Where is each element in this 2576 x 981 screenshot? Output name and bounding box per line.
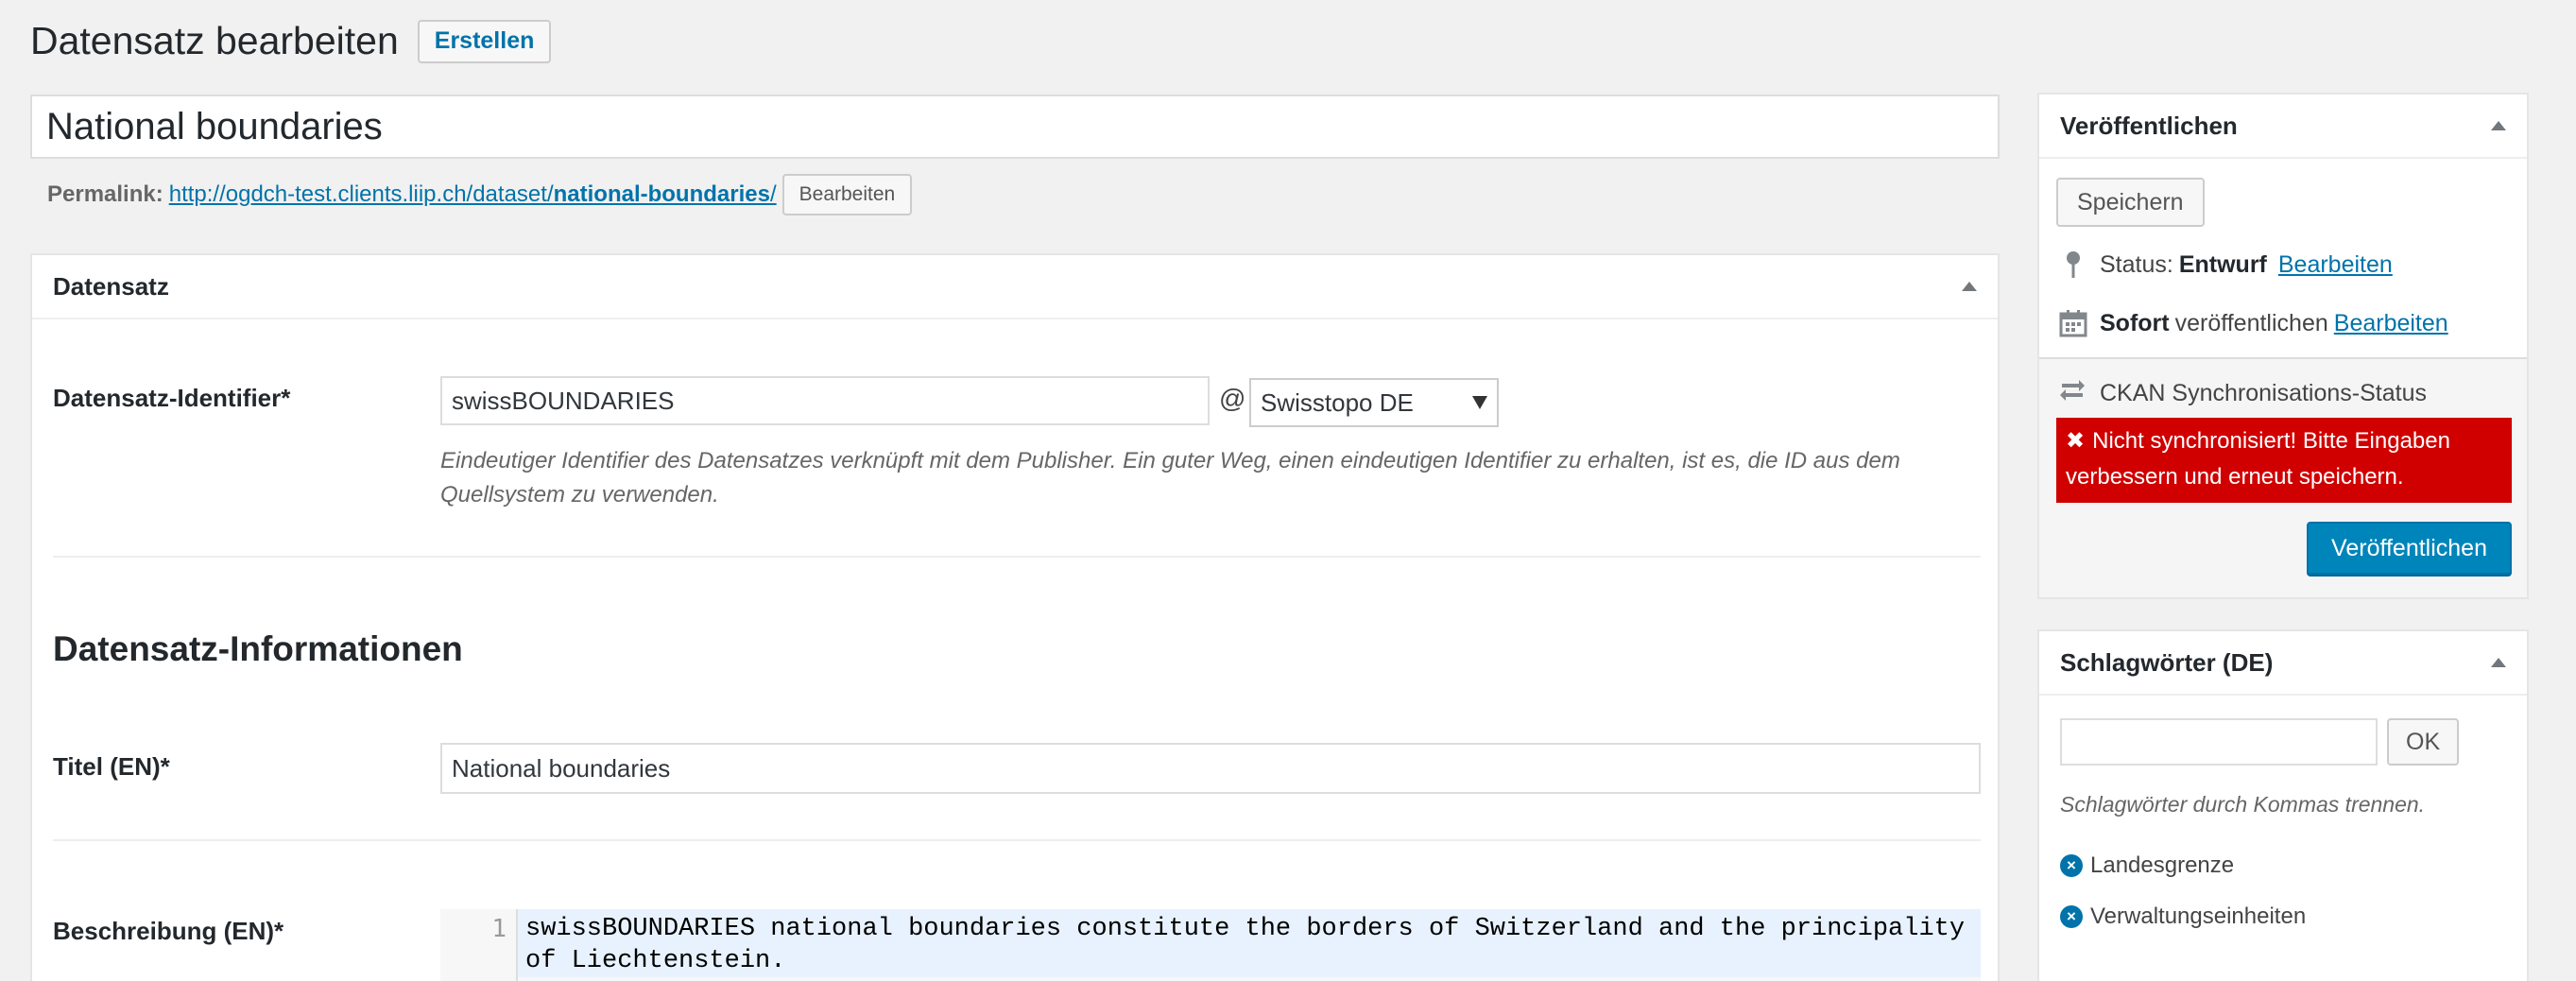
permalink-edit-button[interactable]: Bearbeiten bbox=[781, 174, 913, 215]
status-value: Entwurf bbox=[2178, 250, 2267, 278]
dataset-box: Datensatz Datensatz-Identifier* swissBOU… bbox=[30, 253, 2000, 981]
tags-box-header[interactable]: Schlagwörter (DE) bbox=[2039, 631, 2527, 696]
publish-box: Veröffentlichen Speichern Status: Entwur… bbox=[2037, 93, 2529, 599]
publish-button[interactable]: Veröffentlichen bbox=[2307, 522, 2512, 575]
editor-content[interactable]: swissBOUNDARIES national boundaries cons… bbox=[518, 909, 1981, 977]
info-section-heading: Datensatz-Informationen bbox=[53, 629, 463, 668]
tag-hint: Schlagwörter durch Kommas trennen. bbox=[2060, 792, 2426, 817]
publisher-select[interactable]: Swisstopo DE bbox=[1249, 378, 1499, 427]
title-en-label: Titel (EN)* bbox=[53, 752, 170, 781]
identifier-input[interactable]: swissBOUNDARIES bbox=[440, 376, 1210, 425]
tag-item: × Landesgrenze bbox=[2060, 852, 2234, 879]
sync-title: CKAN Synchronisations-Status bbox=[2058, 378, 2427, 409]
identifier-label: Datensatz-Identifier* bbox=[53, 384, 291, 412]
calendar-icon bbox=[2058, 308, 2088, 338]
collapse-arrow-icon[interactable] bbox=[2491, 121, 2506, 130]
permalink-link[interactable]: http://ogdch-test.clients.liip.ch/datase… bbox=[169, 181, 777, 208]
status-row: Status: Entwurf Bearbeiten bbox=[2058, 250, 2393, 280]
status-edit-link[interactable]: Bearbeiten bbox=[2278, 251, 2393, 279]
remove-tag-icon[interactable]: × bbox=[2060, 905, 2083, 928]
desc-en-field: Beschreibung (EN)* bbox=[53, 917, 283, 946]
save-draft-button[interactable]: Speichern bbox=[2056, 178, 2205, 227]
sync-error-message: ✖ Nicht synchronisiert! Bitte Eingaben ve… bbox=[2056, 418, 2512, 503]
publish-box-header[interactable]: Veröffentlichen bbox=[2039, 95, 2527, 159]
collapse-arrow-icon[interactable] bbox=[2491, 658, 2506, 667]
title-en-input[interactable]: National boundaries bbox=[440, 743, 1981, 794]
at-sign: @ bbox=[1219, 384, 1246, 413]
permalink-label: Permalink: bbox=[47, 181, 163, 207]
post-title-input[interactable]: National boundaries bbox=[30, 95, 2000, 159]
remove-tag-icon[interactable]: × bbox=[2060, 854, 2083, 877]
sync-icon bbox=[2058, 378, 2088, 409]
divider bbox=[53, 556, 1981, 558]
add-tag-button[interactable]: OK bbox=[2387, 718, 2460, 766]
description-editor[interactable]: 1 swissBOUNDARIES national boundaries co… bbox=[440, 909, 1981, 981]
line-number: 1 bbox=[440, 909, 518, 981]
error-x-icon: ✖ bbox=[2066, 428, 2086, 454]
chevron-down-icon bbox=[1472, 396, 1487, 409]
tags-box: Schlagwörter (DE) OK Schlagwörter durch … bbox=[2037, 629, 2529, 981]
dataset-box-header[interactable]: Datensatz bbox=[32, 255, 1998, 319]
identifier-field: Datensatz-Identifier* bbox=[53, 384, 290, 413]
sync-status-section: CKAN Synchronisations-Status ✖ Nicht sync… bbox=[2039, 357, 2527, 597]
tag-input[interactable] bbox=[2060, 718, 2378, 766]
title-en-field: Titel (EN)* bbox=[53, 752, 170, 782]
identifier-help: Eindeutiger Identifier des Datensatzes v… bbox=[440, 448, 1900, 508]
tag-item: × Verwaltungseinheiten bbox=[2060, 904, 2306, 930]
create-button[interactable]: Erstellen bbox=[417, 19, 552, 63]
dataset-box-title: Datensatz bbox=[53, 271, 169, 301]
pin-icon bbox=[2058, 250, 2088, 280]
desc-en-label: Beschreibung (EN)* bbox=[53, 917, 284, 945]
schedule-value: Sofort bbox=[2100, 309, 2170, 336]
page-header: Datensatz bearbeiten Erstellen bbox=[30, 19, 552, 63]
schedule-edit-link[interactable]: Bearbeiten bbox=[2334, 310, 2448, 337]
divider bbox=[53, 839, 1981, 841]
collapse-arrow-icon[interactable] bbox=[1962, 282, 1977, 291]
permalink-row: Permalink: http://ogdch-test.clients.lii… bbox=[47, 174, 913, 215]
page-title: Datensatz bearbeiten bbox=[30, 19, 399, 62]
schedule-row: Sofort veröffentlichen Bearbeiten bbox=[2058, 308, 2448, 338]
tags-box-title: Schlagwörter (DE) bbox=[2060, 647, 2274, 677]
publisher-selected-value: Swisstopo DE bbox=[1261, 387, 1414, 417]
publish-box-title: Veröffentlichen bbox=[2060, 111, 2238, 140]
